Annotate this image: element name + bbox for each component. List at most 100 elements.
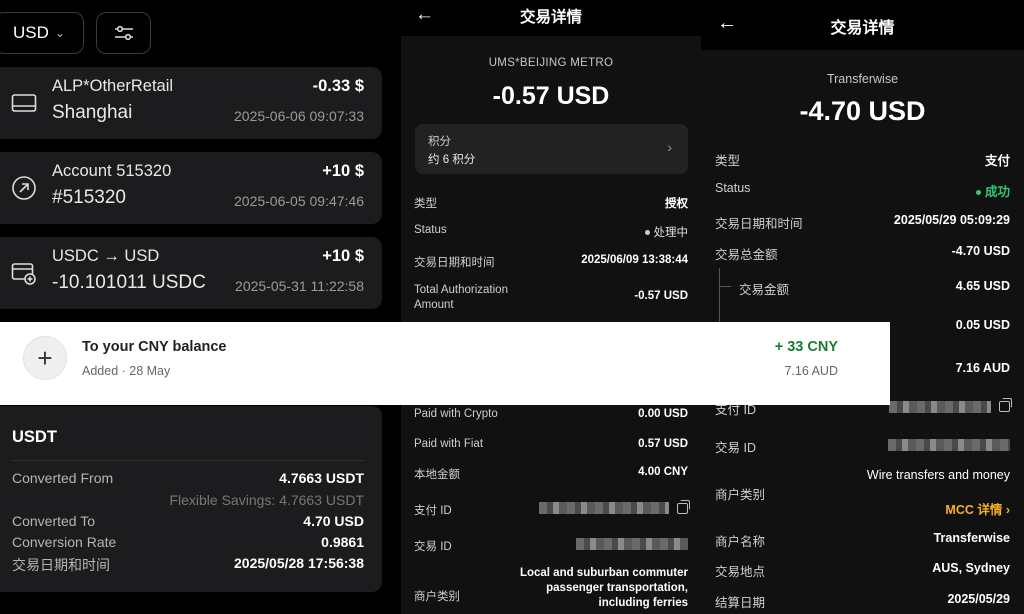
points-label: 积分 (428, 136, 451, 148)
type-row: 类型 支付 (715, 150, 1010, 169)
paid-crypto-row: Paid with Crypto 0.00 USD (414, 408, 688, 420)
datetime-row: 交易日期和时间 2025/06/09 13:38:44 (414, 254, 688, 270)
status-dot-icon (644, 230, 650, 236)
datetime-label: 交易日期和时间 (715, 217, 803, 231)
status-value: 成功 (984, 185, 1010, 199)
status-value: 处理中 (653, 227, 689, 239)
datetime-value: 2025/05/29 05:09:29 (893, 213, 1010, 227)
type-label: 类型 (715, 154, 741, 168)
transaction-id-row: 交易 ID (715, 437, 1010, 456)
page-title: 交易详情 (519, 9, 582, 26)
transaction-id-value (576, 538, 688, 550)
transaction-conversion: -10.101011 USDC (52, 272, 206, 293)
payment-id-value (889, 398, 1012, 413)
divider (12, 460, 364, 461)
transaction-id-row: 交易 ID (414, 538, 688, 554)
transaction-amount: -0.57 USD (492, 82, 610, 110)
total-amount-label: 交易总金额 (715, 248, 778, 262)
page-title: 交易详情 (830, 20, 895, 37)
merchant-category-label: 商户类别 (414, 591, 460, 603)
notification-amount: + 33 CNY (774, 339, 838, 355)
tx-amount-value: 4.65 USD (955, 279, 1010, 293)
payment-id-label: 支付 ID (414, 505, 452, 517)
transaction-card[interactable]: USDC → USD -10.101011 USDC +10 $ 2025-05… (0, 237, 382, 309)
converted-from-value: 4.7663 USDT (279, 470, 364, 486)
conversion-rate-label: Conversion Rate (12, 534, 117, 550)
authorization-row: Total Authorization Amount -0.57 USD (414, 283, 688, 313)
conversion-title: USDT (12, 428, 57, 446)
payment-id-row: 支付 ID (414, 499, 690, 518)
copy-icon[interactable] (677, 499, 690, 514)
status-row: Status 处理中 (414, 224, 688, 240)
redacted-id (539, 502, 669, 514)
transaction-id-label: 交易 ID (715, 441, 756, 455)
aud-amount-value: 7.16 AUD (955, 361, 1010, 375)
paid-fiat-label: Paid with Fiat (414, 438, 484, 450)
location-value: AUS, Sydney (932, 561, 1010, 575)
converted-to-row: Converted To 4.70 USD (12, 513, 364, 529)
redacted-id (888, 438, 1010, 451)
wallet-transactions-panel: USD ⌄ ALP*OtherRetail Shanghai -0.33 $ 2… (0, 0, 400, 614)
datetime-row: 交易日期和时间 2025/05/29 05:09:29 (715, 213, 1010, 232)
redacted-id (889, 400, 991, 413)
merchant-name-value: Transferwise (933, 531, 1010, 545)
merchant-name-row: 商户名称 Transferwise (715, 531, 1010, 550)
transaction-name: ALP*OtherRetail (52, 77, 174, 95)
status-badge: 处理中 (644, 224, 689, 240)
transaction-account: #515320 (52, 187, 126, 208)
chevron-down-icon: ⌄ (54, 26, 65, 40)
transferwise-transaction-detail-panel: ← 交易详情 Transferwise -4.70 USD 类型 支付 Stat… (701, 0, 1024, 614)
notification-title: To your CNY balance (82, 339, 227, 355)
settlement-date-row: 结算日期 2025/05/29 (715, 592, 1010, 611)
merchant-name: Transferwise (826, 72, 899, 86)
transaction-date: 2025-06-05 09:47:46 (234, 193, 364, 209)
type-value: 支付 (984, 154, 1010, 168)
converted-from-row: Converted From 4.7663 USDT (12, 470, 364, 486)
converted-to-label: Converted To (12, 513, 96, 529)
status-label: Status (715, 181, 751, 195)
conversion-rate-row: Conversion Rate 0.9861 (12, 534, 364, 550)
datetime-label: 交易日期和时间 (414, 257, 495, 269)
paid-fiat-row: Paid with Fiat 0.57 USD (414, 438, 688, 450)
mcc-details-link[interactable]: MCC 详情 › (945, 499, 1010, 518)
transaction-date: 2025-05-31 11:22:58 (235, 278, 364, 294)
chevron-right-icon: › (667, 139, 672, 155)
points-row[interactable]: 积分 约 6 积分 › (415, 124, 688, 174)
total-amount-value: -4.70 USD (951, 244, 1010, 258)
paid-crypto-label: Paid with Crypto (414, 408, 498, 420)
converted-from-label: Converted From (12, 470, 114, 486)
tx-amount-row: 交易金额 4.65 USD (715, 279, 1010, 298)
transaction-card[interactable]: ALP*OtherRetail Shanghai -0.33 $ 2025-06… (0, 67, 382, 139)
merchant-category-value: Local and suburban commuter passenger tr… (519, 567, 688, 609)
metro-transaction-detail-panel: ← 交易详情 UMS*BEIJING METRO -0.57 USD 积分 约 … (401, 0, 701, 614)
status-label: Status (414, 224, 447, 236)
wallet-exchange-icon (10, 259, 38, 287)
transaction-name: USDC → USD (52, 247, 160, 265)
sliders-icon (114, 25, 133, 41)
transaction-date: 2025-06-06 09:07:33 (234, 108, 364, 124)
conversion-datetime-value: 2025/05/28 17:56:38 (234, 555, 364, 571)
location-row: 交易地点 AUS, Sydney (715, 561, 1010, 580)
transaction-name: Account 515320 (52, 162, 172, 180)
filter-button[interactable] (96, 12, 151, 54)
redacted-id (576, 538, 688, 550)
merchant-category-value: Wire transfers and money orders (866, 468, 1010, 484)
copy-icon[interactable] (999, 398, 1012, 413)
conversion-datetime-row: 交易日期和时间 2025/05/28 17:56:38 (12, 555, 364, 575)
settlement-date-label: 结算日期 (715, 596, 766, 610)
authorization-value: -0.57 USD (634, 290, 688, 302)
conversion-details-card: USDT Converted From 4.7663 USDT Flexible… (0, 406, 382, 592)
paid-crypto-value: 0.00 USD (638, 408, 688, 420)
currency-label: USD (13, 23, 49, 42)
settlement-date-value: 2025/05/29 (947, 592, 1010, 606)
payment-id-value (539, 499, 690, 514)
balance-added-notification[interactable]: + To your CNY balance Added · 28 May + 3… (0, 322, 890, 405)
local-amount-row: 本地金额 4.00 CNY (414, 466, 688, 482)
transaction-card[interactable]: Account 515320 #515320 +10 $ 2025-06-05 … (0, 152, 382, 224)
arrow-up-right-circle-icon (10, 174, 38, 202)
type-label: 类型 (414, 198, 437, 210)
transaction-amount: -0.33 $ (312, 77, 364, 95)
status-dot-icon (975, 190, 981, 196)
card-icon (10, 89, 38, 117)
currency-select[interactable]: USD ⌄ (0, 12, 84, 54)
